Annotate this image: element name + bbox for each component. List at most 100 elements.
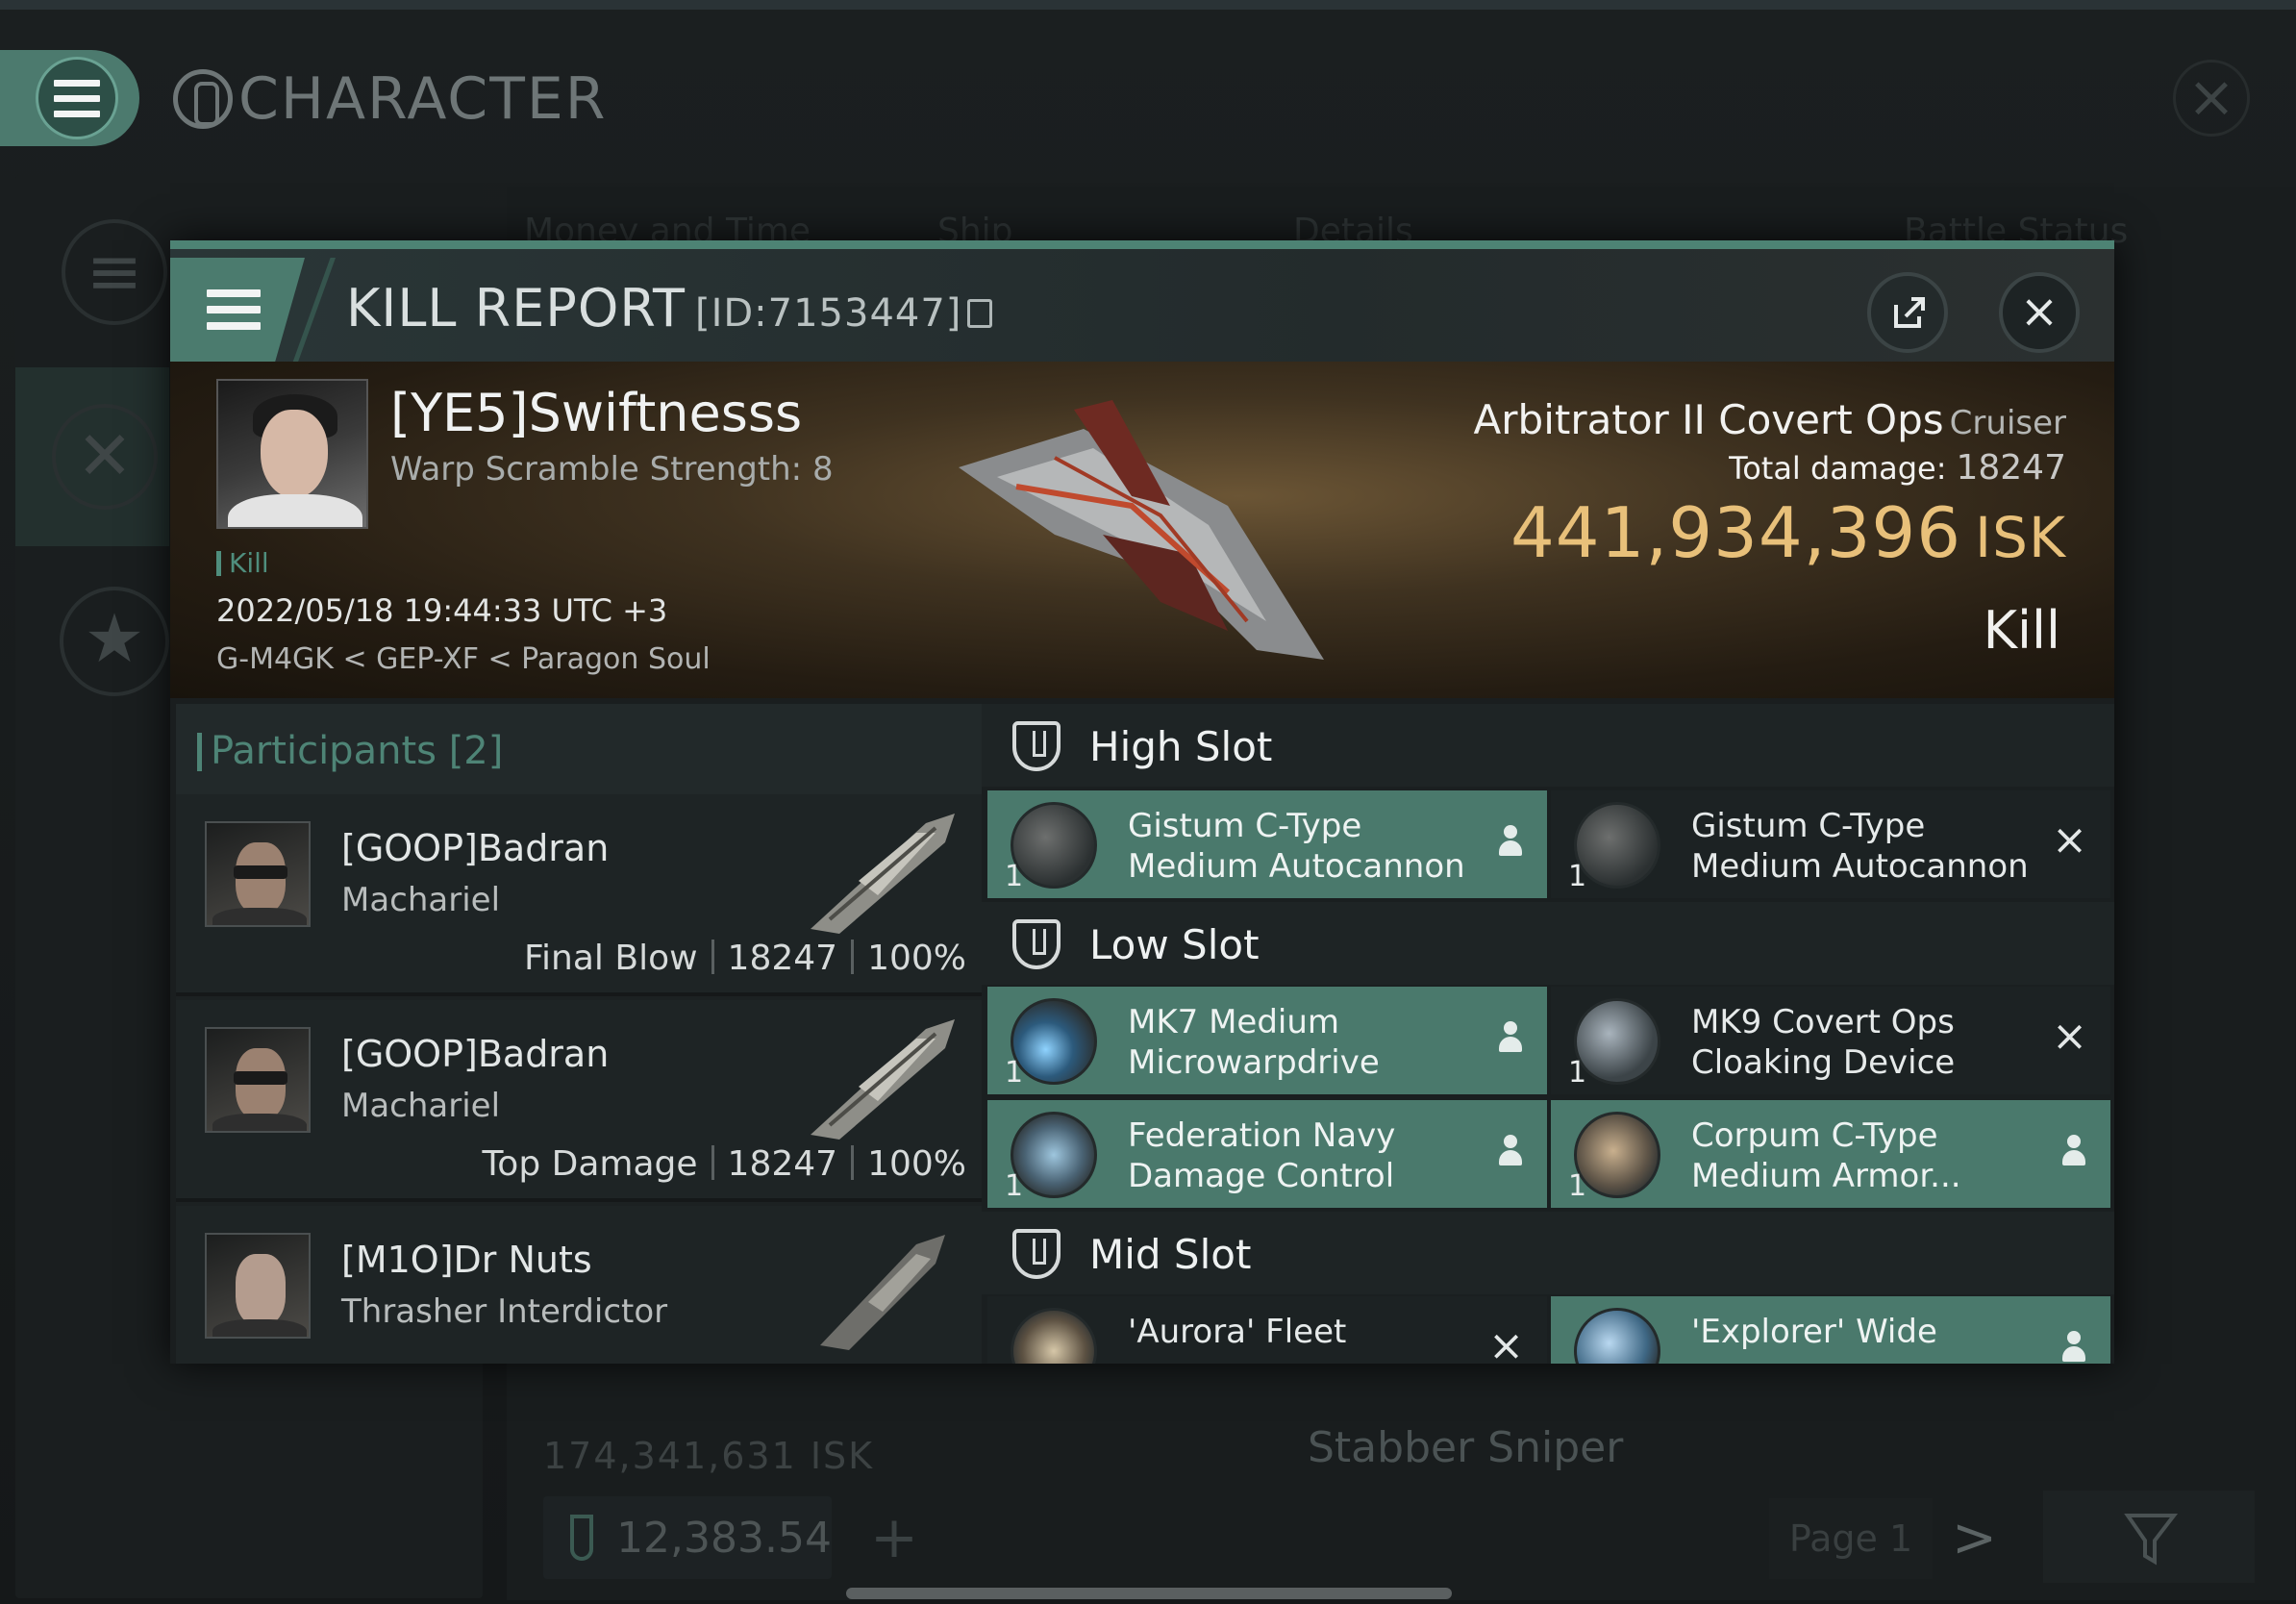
dropped-icon — [1497, 1135, 1524, 1169]
mid-slot-header[interactable]: Mid Slot — [982, 1212, 2114, 1294]
participant-stats: Top Damage 18247 100% — [482, 1144, 966, 1184]
participant-name[interactable]: [M1O]Dr Nuts — [341, 1239, 592, 1281]
filter-icon — [2124, 1514, 2179, 1566]
character-icon — [173, 69, 233, 129]
list-row-ship: Stabber Sniper — [1308, 1423, 1624, 1472]
victim-ship-name[interactable]: Arbitrator II Covert Ops Cruiser — [1474, 396, 2066, 443]
module-name: MK7 Medium Microwarpdrive — [1128, 1003, 1380, 1082]
result-label: Kill — [1983, 600, 2060, 661]
participant-ship-image — [820, 1235, 945, 1350]
high-slot-icon — [1012, 721, 1061, 771]
participants-header: Participants [2] — [176, 704, 982, 794]
share-button[interactable] — [1867, 272, 1948, 353]
participant-row[interactable]: [GOOP]Badran Machariel Top Damage 18247 10… — [176, 1000, 982, 1202]
star-icon[interactable]: ★ — [60, 587, 169, 696]
module-item[interactable]: 1 Corpum C-Type Medium Armor... — [1551, 1100, 2110, 1208]
victim-name[interactable]: [YE5]Swiftnesss — [390, 383, 802, 443]
module-name: Gistum C-Type Medium Autocannon — [1128, 807, 1465, 886]
module-name: 'Aurora' Fleet — [1128, 1313, 1347, 1351]
module-name: Corpum C-Type Medium Armor... — [1691, 1116, 1961, 1195]
victim-portrait[interactable] — [216, 379, 368, 529]
module-item[interactable]: 'Explorer' Wide — [1551, 1296, 2110, 1364]
module-item[interactable]: 1 Federation Navy Damage Control — [987, 1100, 1547, 1208]
participant-portrait[interactable] — [205, 821, 311, 927]
dropped-icon — [2060, 1135, 2087, 1169]
scrollbar[interactable] — [846, 1588, 1452, 1599]
main-menu-button[interactable] — [0, 50, 139, 146]
autocannon-icon — [1574, 802, 1660, 889]
participant-stats: Final Blow 18247 100% — [523, 939, 966, 978]
mid-slot-icon — [1012, 1229, 1061, 1279]
victim-ship-image[interactable] — [939, 390, 1343, 679]
participant-ship: Thrasher Interdictor — [341, 1292, 668, 1331]
participant-name[interactable]: [GOOP]Badran — [341, 1033, 609, 1075]
damage-control-icon — [1011, 1112, 1097, 1198]
kill-location[interactable]: G-M4GK < GEP-XF < Paragon Soul — [216, 642, 711, 676]
scanner-icon — [1574, 1308, 1660, 1364]
participant-ship-image — [811, 1019, 955, 1140]
dropped-icon — [1497, 1021, 1524, 1056]
low-slot-icon — [1012, 919, 1061, 969]
participant-ship-image — [811, 814, 955, 934]
ship-class: Cruiser — [1949, 404, 2066, 442]
kill-report-menu-button[interactable] — [170, 258, 305, 362]
module-name: MK9 Covert Ops Cloaking Device — [1691, 1003, 1956, 1082]
close-kill-report-button[interactable]: × — [1999, 272, 2080, 353]
list-row-isk: 174,341,631 ISK — [543, 1435, 875, 1477]
total-damage: Total damage: 18247 — [1729, 448, 2066, 488]
destroyed-icon: × — [2052, 815, 2087, 865]
cloaking-device-icon — [1574, 998, 1660, 1085]
kill-timestamp: 2022/05/18 19:44:33 UTC +3 — [216, 592, 668, 629]
shield-icon — [570, 1515, 594, 1561]
next-page-icon[interactable]: > — [1952, 1498, 1997, 1579]
page-indicator[interactable]: Page 1 — [1769, 1498, 1933, 1579]
module-name: 'Explorer' Wide — [1691, 1313, 1937, 1351]
filter-button[interactable] — [2043, 1491, 2255, 1583]
participant-row[interactable]: [GOOP]Badran Machariel Final Blow 18247 10… — [176, 794, 982, 996]
close-window-button[interactable]: × — [2173, 60, 2250, 137]
module-item[interactable]: 1 MK9 Covert Ops Cloaking Device × — [1551, 987, 2110, 1094]
participant-row[interactable]: [M1O]Dr Nuts Thrasher Interdictor — [176, 1206, 982, 1364]
victim-banner: [YE5]Swiftnesss Warp Scramble Strength: … — [170, 362, 2114, 698]
list-icon[interactable]: ≡ — [62, 219, 167, 325]
module-item[interactable]: 1 Gistum C-Type Medium Autocannon — [987, 790, 1547, 898]
external-link-icon — [1894, 297, 1925, 328]
destroyed-icon: × — [2052, 1012, 2087, 1061]
participant-ship: Machariel — [341, 1087, 501, 1125]
fitting-panel: High Slot 1 Gistum C-Type Medium Autocan… — [982, 704, 2114, 1364]
warp-scramble-strength: Warp Scramble Strength: 8 — [390, 450, 834, 489]
kill-report-id: [ID:7153447] — [694, 291, 962, 336]
module-item[interactable]: 'Aurora' Fleet × — [987, 1296, 1547, 1364]
kill-report-window: KILL REPORT [ID:7153447] × [YE5]Swiftness… — [170, 240, 2114, 1364]
participant-name[interactable]: [GOOP]Badran — [341, 827, 609, 869]
armor-repairer-icon — [1574, 1112, 1660, 1198]
add-button[interactable]: + — [856, 1496, 933, 1579]
participant-portrait[interactable] — [205, 1027, 311, 1133]
nav-item-combat[interactable]: ✕ — [15, 367, 169, 546]
menu-icon — [207, 289, 261, 330]
autocannon-icon — [1011, 802, 1097, 889]
kill-report-title: KILL REPORT [ID:7153447] — [346, 278, 993, 338]
low-slot-header[interactable]: Low Slot — [982, 902, 2114, 985]
kill-report-header: KILL REPORT [ID:7153447] × — [170, 240, 2114, 362]
balance-value: 12,383.54 — [616, 1513, 832, 1563]
destroyed-icon: × — [1488, 1321, 1524, 1364]
dropped-icon — [2060, 1331, 2087, 1364]
isk-value: 441,934,396 ISK — [1510, 492, 2066, 573]
participants-title: Participants [2] — [196, 729, 504, 773]
window-title: CHARACTER — [173, 65, 607, 133]
participant-ship: Machariel — [341, 881, 501, 919]
crossed-swords-icon: ✕ — [52, 404, 158, 510]
module-name: Federation Navy Damage Control — [1128, 1116, 1396, 1195]
menu-icon — [54, 79, 100, 117]
high-slot-header[interactable]: High Slot — [982, 704, 2114, 787]
kill-tag: Kill — [216, 547, 269, 579]
footer-balance: 12,383.54 — [543, 1496, 832, 1579]
warfare-link-icon — [1011, 1308, 1097, 1364]
module-item[interactable]: 1 Gistum C-Type Medium Autocannon × — [1551, 790, 2110, 898]
participants-panel: Participants [2] [GOOP]Badran Machariel … — [176, 704, 982, 1364]
participant-portrait[interactable] — [205, 1233, 311, 1339]
copy-icon[interactable] — [967, 299, 993, 328]
module-name: Gistum C-Type Medium Autocannon — [1691, 807, 2029, 886]
module-item[interactable]: 1 MK7 Medium Microwarpdrive — [987, 987, 1547, 1094]
